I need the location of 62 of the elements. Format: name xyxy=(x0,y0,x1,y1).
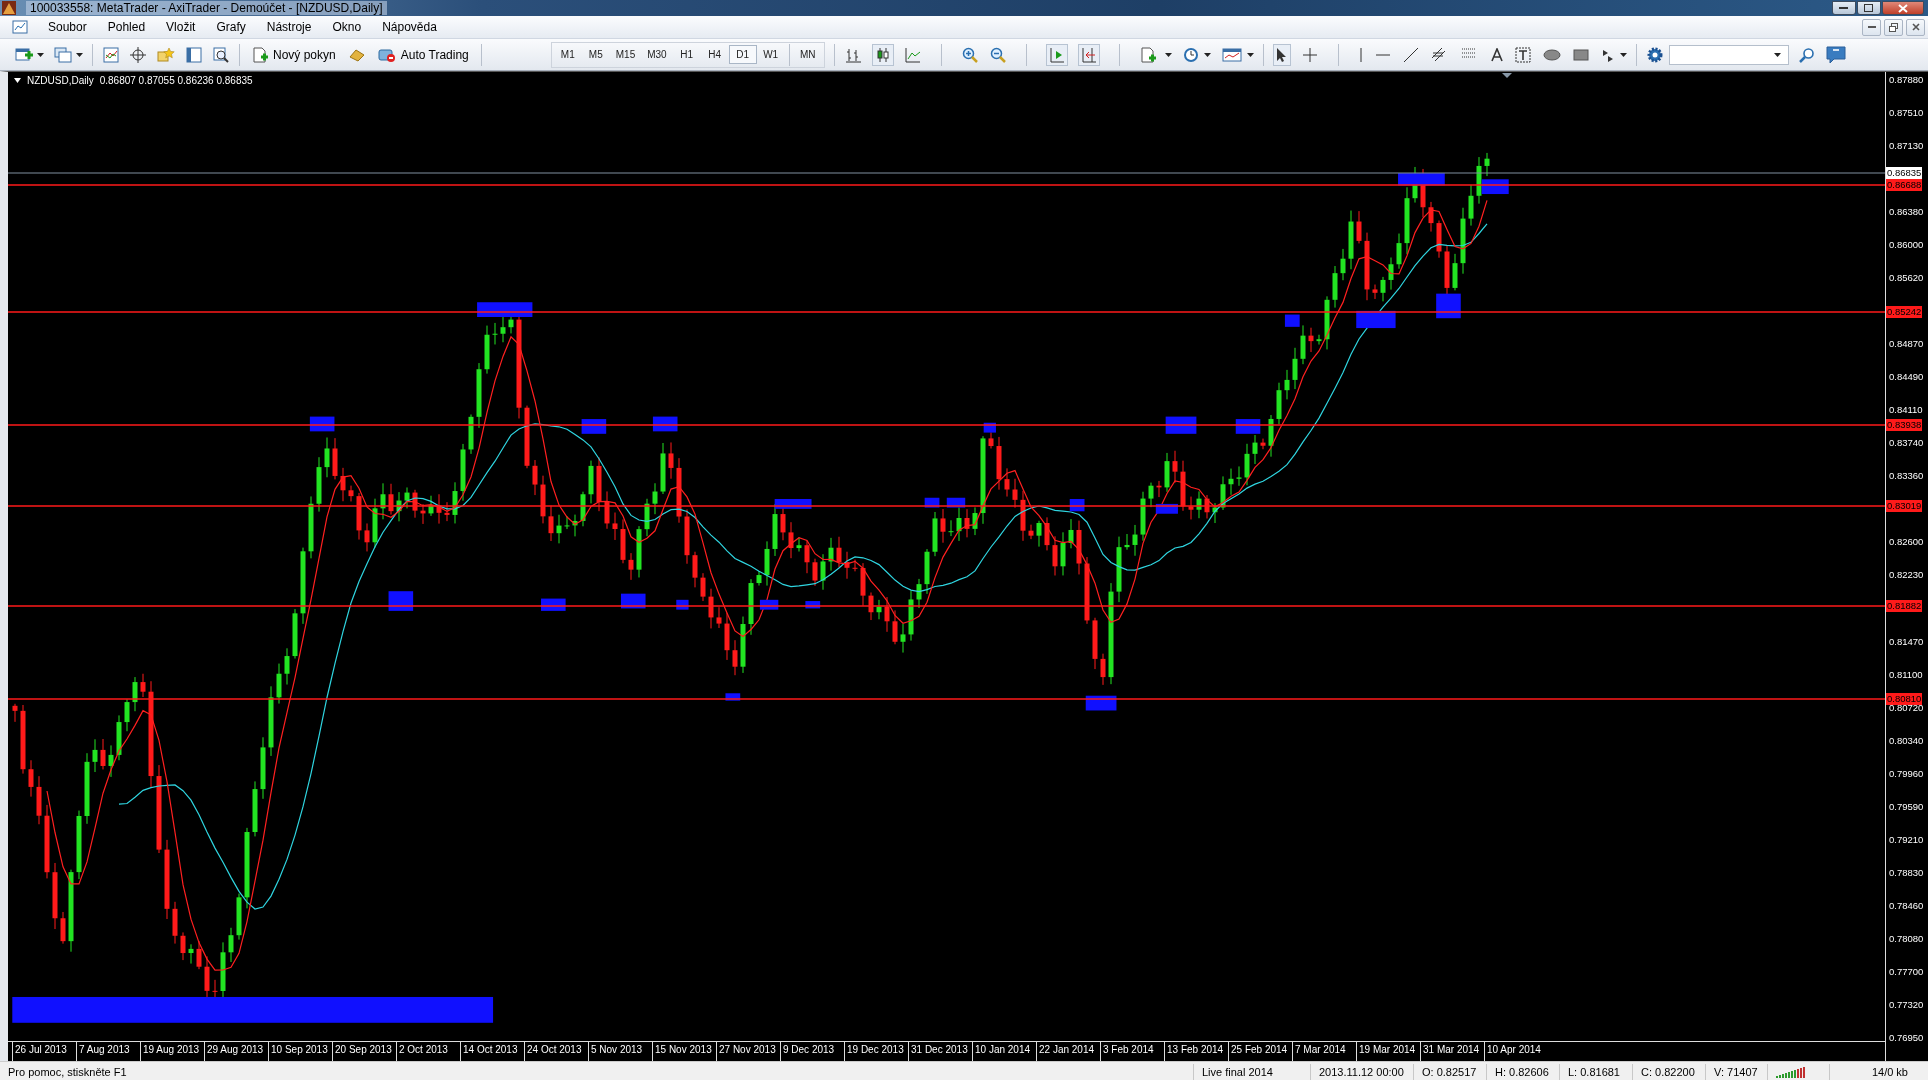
menu-item[interactable]: Nástroje xyxy=(258,20,320,34)
price-label: 0.85620 xyxy=(1888,272,1924,285)
timeframe-button[interactable]: H1 xyxy=(672,45,701,64)
price-label: 0.82600 xyxy=(1888,536,1924,549)
timeframe-button[interactable]: M30 xyxy=(641,45,673,64)
status-help-text: Pro pomoc, stiskněte F1 xyxy=(7,1066,128,1078)
price-label: 0.83740 xyxy=(1888,437,1924,450)
chart-ohlc-values: 0.86807 0.87055 0.86236 0.86835 xyxy=(99,75,253,86)
price-label: 0.78460 xyxy=(1888,899,1924,912)
level-price-tag: 0.83019 xyxy=(1886,500,1923,512)
price-label: 0.81100 xyxy=(1888,668,1923,681)
price-label: 0.79590 xyxy=(1888,800,1924,813)
timeframe-button[interactable]: M5 xyxy=(581,45,610,64)
menu-item[interactable]: Vložit xyxy=(158,20,204,34)
profile-name: Live final 2014 xyxy=(1193,1064,1310,1080)
high-price: H: 0.82606 xyxy=(1486,1064,1559,1080)
level-price-tag: 0.85242 xyxy=(1886,306,1923,318)
open-price: O: 0.82517 xyxy=(1413,1064,1486,1080)
price-label: 0.84490 xyxy=(1888,371,1924,384)
timeframe-button[interactable]: M15 xyxy=(609,45,642,64)
auto-trading-button[interactable]: Auto Trading xyxy=(374,44,472,65)
close-price: C: 0.82200 xyxy=(1632,1064,1705,1080)
price-label: 0.77320 xyxy=(1888,998,1924,1011)
menu-item[interactable]: Grafy xyxy=(208,20,254,34)
price-label: 0.78080 xyxy=(1888,932,1924,945)
price-label: 0.83360 xyxy=(1888,470,1924,483)
level-price-tag: 0.86688 xyxy=(1886,179,1923,191)
price-label: 0.86380 xyxy=(1888,206,1924,219)
price-label: 0.79210 xyxy=(1888,833,1924,846)
price-label: 0.84870 xyxy=(1888,338,1924,351)
volume: V: 71407 xyxy=(1705,1064,1767,1080)
level-price-tag: 0.83938 xyxy=(1886,419,1923,431)
price-label: 0.77700 xyxy=(1888,965,1924,978)
level-price-tag: 0.80810 xyxy=(1886,693,1923,705)
price-label: 0.78830 xyxy=(1888,866,1924,879)
timeframe-button[interactable]: H4 xyxy=(700,45,729,64)
price-label: 0.87880 xyxy=(1888,74,1924,86)
price-label: 0.82230 xyxy=(1888,569,1924,582)
price-label: 0.87130 xyxy=(1888,140,1924,153)
menu-item[interactable]: Nápověda xyxy=(374,20,445,34)
timeframe-button[interactable]: M1 xyxy=(553,45,582,64)
menu-item[interactable]: Pohled xyxy=(99,20,154,34)
timeframe-button[interactable]: MN xyxy=(793,45,822,64)
menu-item[interactable]: Okno xyxy=(324,20,370,34)
timeframe-button[interactable]: W1 xyxy=(756,45,785,64)
price-label: 0.80340 xyxy=(1888,734,1924,747)
window-title: 100033558: MetaTrader - AxiTrader - Demoúčet - [NZDUSD,Daily] xyxy=(26,1,387,15)
current-price-tag: 0.86835 xyxy=(1886,167,1923,179)
price-label: 0.76950 xyxy=(1888,1031,1924,1044)
timeframe-button[interactable]: D1 xyxy=(728,45,757,64)
level-price-tag: 0.81882 xyxy=(1886,600,1923,612)
menu-item[interactable]: Soubor xyxy=(40,20,95,34)
price-label: 0.81470 xyxy=(1888,635,1924,648)
bar-time: 2013.11.12 00:00 xyxy=(1310,1064,1413,1080)
new-order-button[interactable]: Nový pokyn xyxy=(249,44,339,65)
chart-symbol: NZDUSD,Daily xyxy=(27,75,94,86)
price-label: 0.84110 xyxy=(1888,404,1923,417)
price-label: 0.86000 xyxy=(1888,239,1924,252)
price-label: 0.79960 xyxy=(1888,767,1924,780)
low-price: L: 0.81681 xyxy=(1559,1064,1632,1080)
traffic-counter: 14/0 kb xyxy=(1829,1064,1928,1080)
price-label: 0.87510 xyxy=(1888,107,1924,119)
